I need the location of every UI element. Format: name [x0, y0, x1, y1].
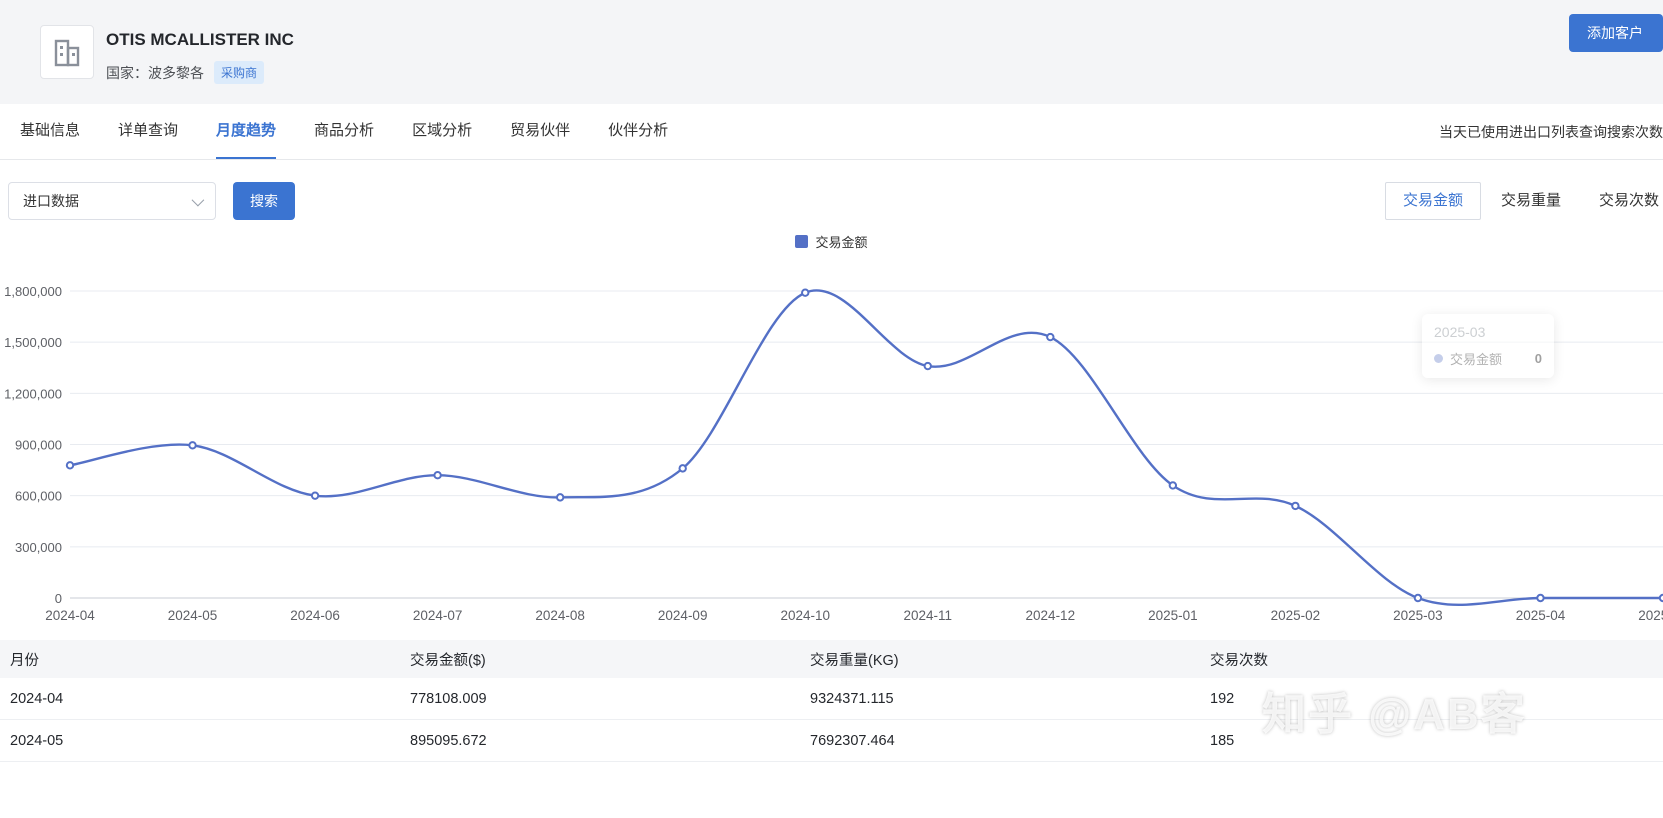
data-point[interactable] [1047, 334, 1053, 340]
x-axis-label: 2024-09 [658, 608, 708, 623]
search-button[interactable]: 搜索 [233, 182, 295, 220]
add-customer-button[interactable]: 添加客户 [1569, 14, 1663, 52]
table-row[interactable]: 2024-04 778108.009 9324371.115 192 [0, 678, 1663, 720]
table-body: 2024-04 778108.009 9324371.115 192 2024-… [0, 678, 1663, 762]
metric-toggle-group: 交易金额交易重量交易次数 [1385, 182, 1663, 220]
tooltip-series-dot [1434, 354, 1443, 363]
x-axis-label: 2025-05 [1638, 608, 1663, 623]
data-type-select[interactable]: 进口数据 [8, 182, 216, 220]
tab-detail-query[interactable]: 详单查询 [118, 104, 178, 159]
page: OTIS MCALLISTER INC 国家：波多黎各 采购商 添加客户 基础信… [0, 0, 1663, 818]
search-quota-note: 当天已使用进出口列表查询搜索次数 [1439, 104, 1663, 160]
company-name: OTIS MCALLISTER INC [106, 30, 294, 50]
cell-count: 192 [1200, 691, 1663, 707]
x-axis-label: 2025-01 [1148, 608, 1198, 623]
col-header-weight: 交易重量(KG) [800, 649, 1200, 670]
x-axis-label: 2024-10 [780, 608, 830, 623]
chart-legend[interactable]: 交易金额 [0, 232, 1663, 251]
tab-trade-partners[interactable]: 贸易伙伴 [510, 104, 570, 159]
y-axis-label: 300,000 [15, 540, 62, 555]
x-axis-label: 2024-06 [290, 608, 340, 623]
monthly-data-table: 月份 交易金额($) 交易重量(KG) 交易次数 2024-04 778108.… [0, 640, 1663, 762]
tab-basic-info[interactable]: 基础信息 [20, 104, 80, 159]
col-header-month: 月份 [0, 649, 400, 670]
building-icon [50, 35, 84, 69]
tab-partner-analysis[interactable]: 伙伴分析 [608, 104, 668, 159]
x-axis-label: 2024-05 [168, 608, 218, 623]
data-point[interactable] [802, 290, 808, 296]
tooltip-value: 0 [1535, 351, 1542, 366]
tab-product-analysis[interactable]: 商品分析 [314, 104, 374, 159]
x-axis-label: 2025-04 [1516, 608, 1566, 623]
cell-count: 185 [1200, 733, 1663, 749]
company-logo [40, 25, 94, 79]
tab-monthly-trend[interactable]: 月度趋势 [216, 104, 276, 159]
tab-list: 基础信息详单查询月度趋势商品分析区域分析贸易伙伴伙伴分析 [0, 104, 1663, 159]
cell-month: 2024-05 [0, 733, 400, 749]
chart-tooltip: 2025-03 交易金额 0 [1422, 314, 1554, 378]
data-point[interactable] [434, 472, 440, 478]
x-axis-label: 2024-08 [535, 608, 585, 623]
x-axis-label: 2024-12 [1026, 608, 1076, 623]
cell-weight: 9324371.115 [800, 691, 1200, 707]
cell-weight: 7692307.464 [800, 733, 1200, 749]
metric-tab-amount[interactable]: 交易金额 [1385, 182, 1481, 220]
tooltip-series-label: 交易金额 [1450, 349, 1502, 368]
legend-swatch [795, 235, 808, 248]
y-axis-label: 1,800,000 [4, 284, 62, 299]
data-point[interactable] [189, 442, 195, 448]
buyer-badge: 采购商 [214, 61, 264, 84]
company-country: 国家：波多黎各 [106, 63, 204, 83]
data-point[interactable] [1170, 482, 1176, 488]
col-header-amount: 交易金额($) [400, 649, 800, 670]
data-point[interactable] [1415, 595, 1421, 601]
legend-label: 交易金额 [815, 232, 867, 251]
y-axis-label: 0 [55, 591, 62, 606]
x-axis-label: 2024-07 [413, 608, 463, 623]
table-header-row: 月份 交易金额($) 交易重量(KG) 交易次数 [0, 640, 1663, 678]
metric-tab-weight[interactable]: 交易重量 [1483, 182, 1579, 220]
data-point[interactable] [1292, 503, 1298, 509]
y-axis-label: 600,000 [15, 489, 62, 504]
x-axis-label: 2024-04 [45, 608, 95, 623]
data-point[interactable] [312, 492, 318, 498]
y-axis-label: 1,500,000 [4, 335, 62, 350]
data-point[interactable] [557, 494, 563, 500]
data-point[interactable] [925, 363, 931, 369]
x-axis-label: 2025-03 [1393, 608, 1443, 623]
data-point[interactable] [1537, 595, 1543, 601]
metric-tab-count[interactable]: 交易次数 [1581, 182, 1663, 220]
data-point[interactable] [67, 462, 73, 468]
cell-month: 2024-04 [0, 691, 400, 707]
company-header: OTIS MCALLISTER INC 国家：波多黎各 采购商 添加客户 [0, 0, 1663, 104]
data-point[interactable] [679, 465, 685, 471]
col-header-count: 交易次数 [1200, 649, 1663, 670]
line-chart-canvas[interactable]: 0 300,000 600,000 900,000 1,200,000 1,500,000… [0, 224, 1663, 636]
x-axis-label: 2024-11 [903, 608, 952, 623]
x-axis-label: 2025-02 [1271, 608, 1321, 623]
cell-amount: 778108.009 [400, 691, 800, 707]
cell-amount: 895095.672 [400, 733, 800, 749]
y-axis-label: 900,000 [15, 438, 62, 453]
tooltip-month: 2025-03 [1434, 324, 1542, 340]
tab-region-analysis[interactable]: 区域分析 [412, 104, 472, 159]
table-row[interactable]: 2024-05 895095.672 7692307.464 185 [0, 720, 1663, 762]
trend-chart[interactable]: 0 300,000 600,000 900,000 1,200,000 1,500,000… [0, 224, 1663, 636]
tab-bar: 基础信息详单查询月度趋势商品分析区域分析贸易伙伴伙伴分析 当天已使用进出口列表查… [0, 104, 1663, 160]
y-axis-label: 1,200,000 [4, 386, 62, 401]
chevron-down-icon [192, 193, 205, 206]
data-type-select-value: 进口数据 [23, 191, 79, 211]
